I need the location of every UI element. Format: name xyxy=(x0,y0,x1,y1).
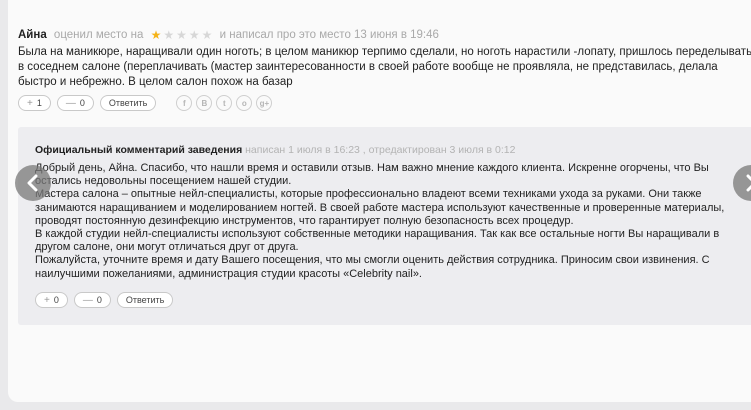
official-dislike-button[interactable]: — 0 xyxy=(73,292,111,308)
official-comment-title: Официальный комментарий заведения xyxy=(35,144,243,156)
review-actions: + 1 — 0 Ответить f Вt о g+ xyxy=(18,95,273,111)
star-filled-icon: ★ xyxy=(150,28,162,42)
star-empty-icon: ★ xyxy=(188,28,200,42)
official-comment-header: Официальный комментарий заведения написа… xyxy=(35,144,515,156)
share-icons: f Вt о g+ xyxy=(176,95,273,111)
official-paragraph: Добрый день, Айна. Спасибо, что нашли вр… xyxy=(35,162,709,188)
review-body: Была на маникюре, наращивали один ноготь… xyxy=(18,46,751,88)
odnoklassniki-icon[interactable]: о xyxy=(236,95,253,111)
review-date: и написал про это место 13 июня в 19:46 xyxy=(219,29,439,41)
official-comment-meta: написан 1 июля в 16:23 , отредактирован … xyxy=(245,144,516,156)
official-paragraph: Пожалуйста, уточните время и дату Вашего… xyxy=(35,254,710,280)
facebook-icon[interactable]: f xyxy=(176,95,193,111)
official-dislike-count: 0 xyxy=(96,295,102,305)
twitter-icon[interactable]: t xyxy=(216,95,233,111)
plus-icon: + xyxy=(27,97,33,109)
chevron-left-icon xyxy=(27,174,38,192)
reply-button[interactable]: Ответить xyxy=(99,95,157,111)
prev-arrow-button[interactable] xyxy=(15,165,51,201)
google-plus-icon[interactable]: g+ xyxy=(256,95,273,111)
official-paragraph: Мастера салона – опытные нейл-специалист… xyxy=(35,188,725,227)
rated-text: оценил место на xyxy=(53,29,144,41)
like-button[interactable]: + 1 xyxy=(18,95,51,111)
dislike-count: 0 xyxy=(79,98,85,108)
official-paragraph: В каждой студии нейл-специалисты использ… xyxy=(35,228,720,254)
official-comment: Официальный комментарий заведения написа… xyxy=(18,127,751,325)
official-reply-button[interactable]: Ответить xyxy=(116,292,174,308)
vk-icon[interactable]: В xyxy=(196,95,213,111)
plus-icon: + xyxy=(44,294,50,306)
official-like-count: 0 xyxy=(53,295,59,305)
star-empty-icon: ★ xyxy=(176,28,187,42)
minus-icon: — xyxy=(82,294,93,306)
review-author[interactable]: Айна xyxy=(18,29,47,41)
official-actions: + 0 — 0 Ответить xyxy=(35,292,174,308)
chevron-right-icon xyxy=(746,174,751,192)
official-comment-body: Добрый день, Айна. Спасибо, что нашли вр… xyxy=(35,162,751,281)
review-header: Айна оценил место на ★ ★ ★ ★ ★ и написал про… xyxy=(18,29,439,41)
star-empty-icon: ★ xyxy=(163,28,175,42)
official-like-button[interactable]: + 0 xyxy=(35,292,68,308)
rating-stars: ★ ★ ★ ★ ★ xyxy=(151,29,213,41)
star-empty-icon: ★ xyxy=(201,28,213,42)
dislike-button[interactable]: — 0 xyxy=(56,95,94,111)
like-count: 1 xyxy=(36,98,42,108)
minus-icon: — xyxy=(65,97,76,109)
